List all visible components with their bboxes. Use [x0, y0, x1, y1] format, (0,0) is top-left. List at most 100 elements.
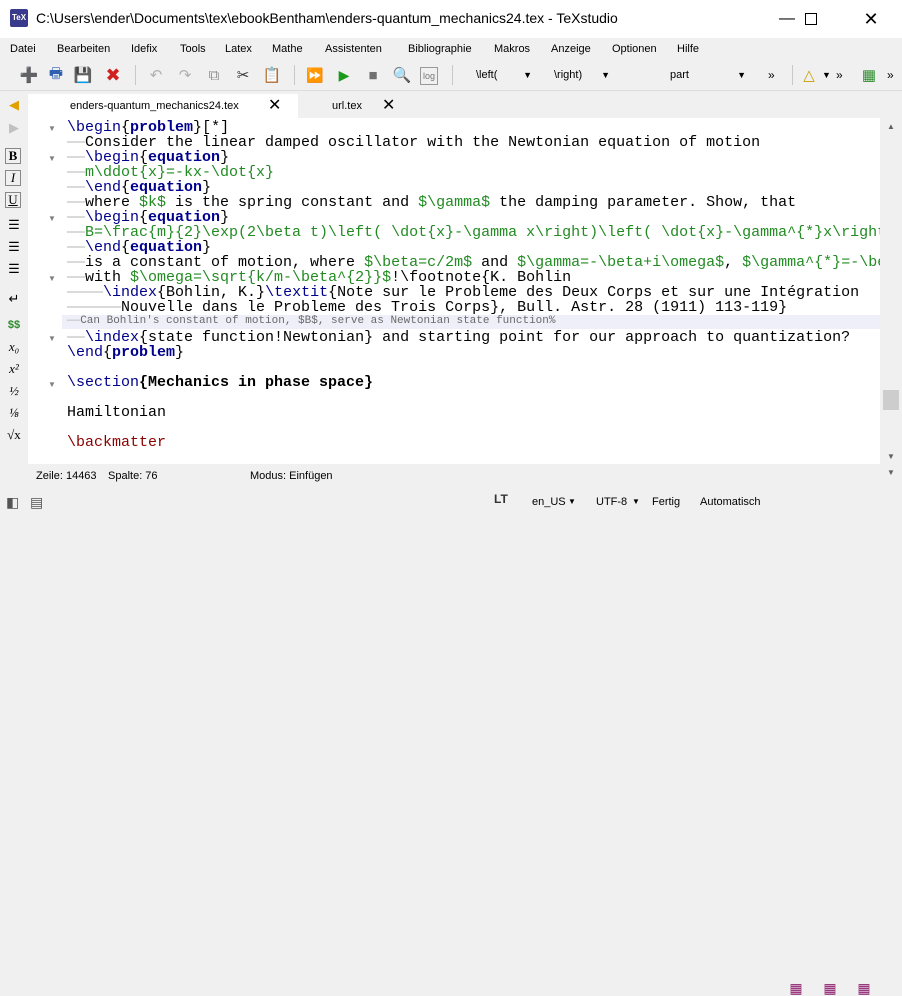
maximize-button[interactable] [788, 0, 834, 38]
redo-icon[interactable]: ↷ [174, 64, 196, 86]
undo-icon[interactable]: ↶ [145, 64, 167, 86]
vertical-scrollbar[interactable]: ▲ ▼ [880, 118, 902, 464]
bookmark-icon[interactable]: ▦ [788, 980, 804, 996]
left-delimiter-combo[interactable]: \left( ▼ [476, 64, 536, 86]
save-icon[interactable]: 💾 [72, 64, 94, 86]
line-number: Zeile: 14463 [36, 470, 97, 482]
close-icon[interactable]: ✕ [268, 94, 281, 118]
align-right-icon[interactable]: ☰ [5, 260, 23, 278]
editor-status-line: Zeile: 14463 Spalte: 76 Modus: Einfügen … [0, 464, 902, 486]
encoding-selector[interactable]: UTF-8 [596, 496, 627, 508]
status-bar: ◧ ▤ LT en_US ▼ UTF-8 ▼ Fertig Automatisc… [0, 486, 902, 996]
fold-marker-icon[interactable]: ▼ [48, 380, 56, 389]
code-line-14-comment: ——Can Bohlin's constant of motion, $B$, … [67, 315, 556, 327]
fold-marker-icon[interactable]: ▼ [48, 274, 56, 283]
italic-icon[interactable]: I [5, 170, 21, 186]
superscript-icon[interactable]: x² [5, 360, 23, 378]
math-content: $\gamma$ [418, 194, 491, 211]
toolbar-overflow-button-2[interactable]: » [836, 64, 843, 86]
texstudio-app-icon: TeX [10, 9, 28, 27]
menu-anzeige[interactable]: Anzeige [551, 43, 591, 55]
toolbar-overflow-button[interactable]: » [768, 64, 775, 86]
open-file-icon[interactable]: 🖶 [45, 64, 67, 86]
highlight-dropdown[interactable]: ▼ [822, 64, 831, 86]
forward-arrow-icon[interactable]: ▶ [5, 119, 23, 137]
sqrt-icon[interactable]: √x [5, 426, 23, 444]
menu-datei[interactable]: Datei [10, 43, 36, 55]
languagetool-icon[interactable]: LT [494, 492, 508, 506]
log-icon[interactable]: log [420, 67, 438, 85]
chevron-down-icon[interactable]: ▼ [632, 497, 640, 506]
panel-toggle-icon[interactable]: ▤ [30, 494, 43, 511]
math-mode-icon[interactable]: $$ [5, 316, 23, 334]
menu-tools[interactable]: Tools [180, 43, 206, 55]
status-auto: Automatisch [700, 496, 761, 508]
menu-bearbeiten[interactable]: Bearbeiten [57, 43, 110, 55]
latex-command: \section [67, 374, 140, 391]
chevron-down-icon: ▼ [601, 70, 610, 80]
toolbar-overflow-button-3[interactable]: » [887, 64, 894, 86]
chevron-down-icon: ▼ [737, 70, 746, 80]
menu-optionen[interactable]: Optionen [612, 43, 657, 55]
scroll-up-icon[interactable]: ▲ [887, 122, 895, 131]
document-tabs: enders-quantum_mechanics24.tex ✕ url.tex… [0, 92, 902, 118]
latex-command: \backmatter [67, 434, 167, 451]
menu-makros[interactable]: Makros [494, 43, 530, 55]
scrollbar-thumb[interactable] [883, 390, 899, 410]
subscript-icon[interactable]: x₀ [5, 338, 23, 356]
text: Hamiltonian [67, 404, 167, 421]
menu-assistenten[interactable]: Assistenten [325, 43, 382, 55]
tab-url-tex[interactable]: url.tex ✕ [300, 94, 410, 118]
menu-bibliographie[interactable]: Bibliographie [408, 43, 472, 55]
fold-marker-icon[interactable]: ▼ [48, 334, 56, 343]
compile-icon[interactable]: ▶ [333, 64, 355, 86]
dfrac-icon[interactable]: ⅛ [5, 404, 23, 422]
sidebar-toggle-icon[interactable]: ◧ [6, 494, 19, 511]
structure-part-combo[interactable]: part ▼ [670, 64, 750, 86]
underline-icon[interactable]: U [5, 192, 21, 208]
close-window-button[interactable]: ✕ [848, 0, 894, 38]
menu-bar: Datei Bearbeiten Idefix Tools Latex Math… [0, 40, 902, 58]
structure-part-value: part [670, 69, 689, 81]
bookmark-icon[interactable]: ▦ [822, 980, 838, 996]
fold-marker-icon[interactable]: ▼ [48, 124, 56, 133]
table-icon[interactable]: ▦ [858, 64, 880, 86]
cut-icon[interactable]: ✂ [232, 64, 254, 86]
paste-icon[interactable]: 📋 [261, 64, 283, 86]
new-file-icon[interactable]: ➕ [18, 64, 40, 86]
newline-icon[interactable]: ↵ [5, 290, 23, 308]
bookmark-icon[interactable]: ▦ [856, 980, 872, 996]
align-center-icon[interactable]: ☰ [5, 238, 23, 256]
fold-marker-icon[interactable]: ▼ [48, 154, 56, 163]
left-delimiter-value: \left( [476, 69, 498, 81]
build-view-icon[interactable]: ⏩ [304, 64, 326, 86]
math-content: $\gamma^{*}=-\beta-i\omega$ [742, 254, 880, 271]
close-file-icon[interactable]: ✖ [102, 64, 124, 86]
tab-label: url.tex [332, 100, 362, 112]
close-icon[interactable]: ✕ [382, 94, 395, 118]
fraction-icon[interactable]: ½ [5, 382, 23, 400]
copy-icon[interactable]: ⧉ [203, 64, 225, 86]
chevron-down-icon: ▼ [523, 70, 532, 80]
stop-icon[interactable]: ■ [362, 64, 384, 86]
view-pdf-icon[interactable]: 🔍 [391, 64, 413, 86]
bold-icon[interactable]: B [5, 148, 21, 164]
section-title: {Mechanics in phase space} [139, 374, 374, 391]
tab-enders-quantum-mechanics[interactable]: enders-quantum_mechanics24.tex ✕ [28, 94, 298, 118]
tab-label: enders-quantum_mechanics24.tex [70, 100, 239, 112]
right-delimiter-combo[interactable]: \right) ▼ [554, 64, 614, 86]
scroll-down-icon[interactable]: ▼ [887, 452, 895, 461]
fold-marker-icon[interactable]: ▼ [48, 214, 56, 223]
menu-mathe[interactable]: Mathe [272, 43, 303, 55]
menu-latex[interactable]: Latex [225, 43, 252, 55]
menu-hilfe[interactable]: Hilfe [677, 43, 699, 55]
right-delimiter-value: \right) [554, 69, 583, 81]
align-left-icon[interactable]: ☰ [5, 216, 23, 234]
comment-text: Can Bohlin's constant of motion, $B$, se… [80, 315, 556, 327]
chevron-down-icon[interactable]: ▼ [568, 497, 576, 506]
scroll-down-icon[interactable]: ▼ [887, 468, 895, 477]
spell-language-selector[interactable]: en_US [532, 496, 566, 508]
code-editor[interactable]: ▼ ▼ ▼ ▼ ▼ ▼ \begin{problem}[*] ——Conside… [28, 118, 880, 464]
highlight-icon[interactable]: △ [798, 64, 820, 86]
menu-idefix[interactable]: Idefix [131, 43, 157, 55]
